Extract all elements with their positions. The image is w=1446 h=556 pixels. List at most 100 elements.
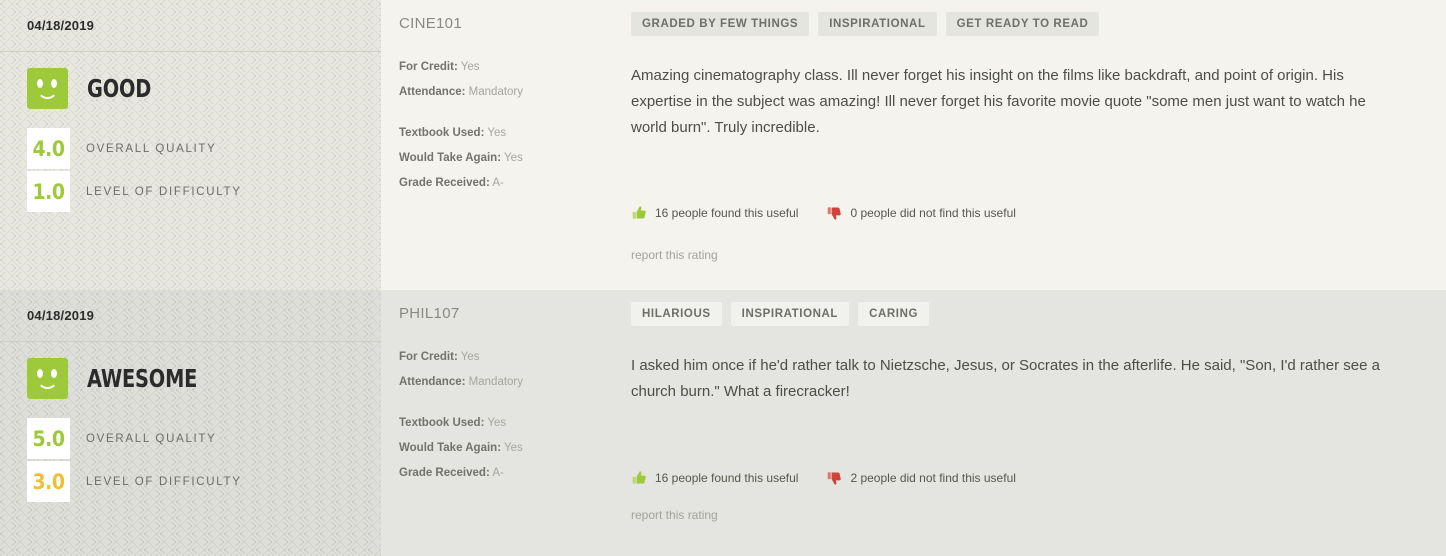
overall-quality-label: OVERALL QUALITY: [86, 432, 217, 445]
ratings-list: 04/18/2019 GOOD 4.0 OVERALL QUALITY 1.0 …: [0, 0, 1446, 556]
helpful-useful[interactable]: 16 people found this useful: [631, 205, 798, 221]
smiley-mouth: [37, 88, 58, 99]
meta-textbook-value: Yes: [487, 127, 507, 140]
report-rating-link[interactable]: report this rating: [631, 508, 718, 522]
meta-attendance: Attendance: Mandatory: [399, 85, 524, 98]
score-row-overall-quality: 5.0 OVERALL QUALITY: [27, 418, 381, 459]
meta-textbook-label: Textbook Used: [399, 417, 481, 430]
smiley-eye-right: [51, 79, 57, 88]
overall-quality-value: 4.0: [32, 136, 65, 161]
meta-would-take-again: Would Take Again: Yes: [399, 152, 523, 165]
meta-group-attendance: For Credit: Yes Attendance: Mandatory: [399, 59, 629, 100]
rating-meta-panel: PHIL107 For Credit: Yes Attendance: Mand…: [381, 290, 629, 556]
meta-group-course: Textbook Used: Yes Would Take Again: Yes…: [399, 125, 629, 191]
meta-attendance-value: Mandatory: [468, 85, 524, 98]
smiley-eye-right: [51, 369, 57, 378]
thumbs-down-icon[interactable]: [826, 205, 842, 221]
rating-date-row: 04/18/2019: [0, 290, 381, 342]
rating-tag[interactable]: INSPIRATIONAL: [730, 302, 850, 326]
meta-textbook-value: Yes: [487, 417, 507, 430]
level-of-difficulty-value: 3.0: [32, 469, 65, 494]
meta-grade-value: A-: [492, 176, 504, 189]
meta-for-credit: For Credit: Yes: [399, 351, 480, 363]
rating-headline: AWESOME: [27, 358, 381, 399]
meta-textbook-used: Textbook Used: Yes: [399, 127, 507, 140]
level-of-difficulty-box: 3.0: [27, 461, 70, 502]
rating-tag[interactable]: CARING: [858, 302, 930, 326]
meta-attendance-value: Mandatory: [468, 375, 524, 388]
report-rating-link[interactable]: report this rating: [631, 248, 718, 262]
score-row-overall-quality: 4.0 OVERALL QUALITY: [27, 128, 381, 169]
meta-group-attendance: For Credit: Yes Attendance: Mandatory: [399, 349, 629, 390]
meta-grade-received: Grade Received: A-: [399, 176, 504, 189]
meta-attendance-label: Attendance: [399, 375, 462, 388]
score-rows: 5.0 OVERALL QUALITY 3.0 LEVEL OF DIFFICU…: [27, 418, 381, 502]
rating-body-panel: GRADED BY FEW THINGS INSPIRATIONAL GET R…: [629, 0, 1446, 290]
rating-body-panel: HILARIOUS INSPIRATIONAL CARING I asked h…: [629, 290, 1446, 556]
helpful-not-useful[interactable]: 0 people did not find this useful: [826, 205, 1016, 221]
smiley-happy-icon: [27, 358, 68, 399]
thumbs-up-icon[interactable]: [631, 205, 647, 221]
meta-textbook-label: Textbook Used: [399, 127, 481, 140]
overall-quality-label: OVERALL QUALITY: [86, 142, 217, 155]
helpful-row: 16 people found this useful 2 people did…: [631, 470, 1044, 486]
overall-quality-box: 4.0: [27, 128, 70, 169]
overall-quality-box: 5.0: [27, 418, 70, 459]
rating-tag[interactable]: HILARIOUS: [631, 302, 722, 326]
meta-grade-label: Grade Received: [399, 176, 486, 189]
rating-quality-word: GOOD: [87, 74, 152, 103]
overall-quality-value: 5.0: [32, 426, 65, 451]
helpful-not-useful-text: 2 people did not find this useful: [850, 471, 1016, 485]
meta-for-credit-label: For Credit: [399, 61, 454, 73]
tag-row: HILARIOUS INSPIRATIONAL CARING: [631, 302, 1386, 326]
helpful-not-useful[interactable]: 2 people did not find this useful: [826, 470, 1016, 486]
smiley-mouth: [37, 378, 58, 389]
meta-group-course: Textbook Used: Yes Would Take Again: Yes…: [399, 415, 629, 481]
level-of-difficulty-label: LEVEL OF DIFFICULTY: [86, 185, 242, 198]
meta-attendance-label: Attendance: [399, 85, 462, 98]
rating-date: 04/18/2019: [27, 308, 95, 323]
smiley-happy-icon: [27, 68, 68, 109]
level-of-difficulty-label: LEVEL OF DIFFICULTY: [86, 475, 242, 488]
rating-comment: Amazing cinematography class. Ill never …: [631, 67, 1366, 136]
smiley-eye-left: [37, 79, 43, 88]
tag-row: GRADED BY FEW THINGS INSPIRATIONAL GET R…: [631, 12, 1386, 36]
rating-card: 04/18/2019 GOOD 4.0 OVERALL QUALITY 1.0 …: [0, 0, 1446, 290]
meta-would-take-again-label: Would Take Again: [399, 442, 498, 455]
helpful-row: 16 people found this useful 0 people did…: [631, 205, 1044, 221]
rating-card: 04/18/2019 AWESOME 5.0 OVERALL QUALITY 3…: [0, 290, 1446, 556]
score-rows: 4.0 OVERALL QUALITY 1.0 LEVEL OF DIFFICU…: [27, 128, 381, 212]
rating-tag[interactable]: GRADED BY FEW THINGS: [631, 12, 810, 36]
meta-for-credit: For Credit: Yes: [399, 61, 480, 73]
rating-summary-panel: 04/18/2019 AWESOME 5.0 OVERALL QUALITY 3…: [0, 290, 381, 556]
rating-comment: I asked him once if he'd rather talk to …: [631, 357, 1380, 400]
meta-for-credit-value: Yes: [460, 351, 480, 363]
meta-attendance: Attendance: Mandatory: [399, 375, 524, 388]
course-code[interactable]: CINE101: [399, 15, 629, 32]
meta-would-take-again-value: Yes: [504, 152, 523, 165]
helpful-useful[interactable]: 16 people found this useful: [631, 470, 798, 486]
meta-textbook-used: Textbook Used: Yes: [399, 417, 507, 430]
score-row-level-of-difficulty: 1.0 LEVEL OF DIFFICULTY: [27, 171, 381, 212]
meta-for-credit-value: Yes: [460, 61, 480, 73]
rating-tag[interactable]: INSPIRATIONAL: [818, 12, 937, 36]
rating-meta-panel: CINE101 For Credit: Yes Attendance: Mand…: [381, 0, 629, 290]
meta-would-take-again-label: Would Take Again: [399, 152, 498, 165]
meta-grade-received: Grade Received: A-: [399, 466, 504, 479]
rating-quality-word: AWESOME: [87, 364, 198, 393]
meta-grade-label: Grade Received: [399, 466, 486, 479]
rating-date: 04/18/2019: [27, 18, 95, 33]
meta-grade-value: A-: [492, 466, 504, 479]
course-code[interactable]: PHIL107: [399, 305, 629, 322]
meta-for-credit-label: For Credit: [399, 351, 454, 363]
helpful-not-useful-text: 0 people did not find this useful: [850, 206, 1016, 220]
thumbs-up-icon[interactable]: [631, 470, 647, 486]
rating-tag[interactable]: GET READY TO READ: [945, 12, 1100, 36]
score-row-level-of-difficulty: 3.0 LEVEL OF DIFFICULTY: [27, 461, 381, 502]
rating-summary-panel: 04/18/2019 GOOD 4.0 OVERALL QUALITY 1.0 …: [0, 0, 381, 290]
thumbs-down-icon[interactable]: [826, 470, 842, 486]
rating-headline: GOOD: [27, 68, 381, 109]
smiley-eye-left: [37, 369, 43, 378]
helpful-useful-text: 16 people found this useful: [655, 471, 799, 485]
meta-would-take-again-value: Yes: [504, 442, 523, 455]
